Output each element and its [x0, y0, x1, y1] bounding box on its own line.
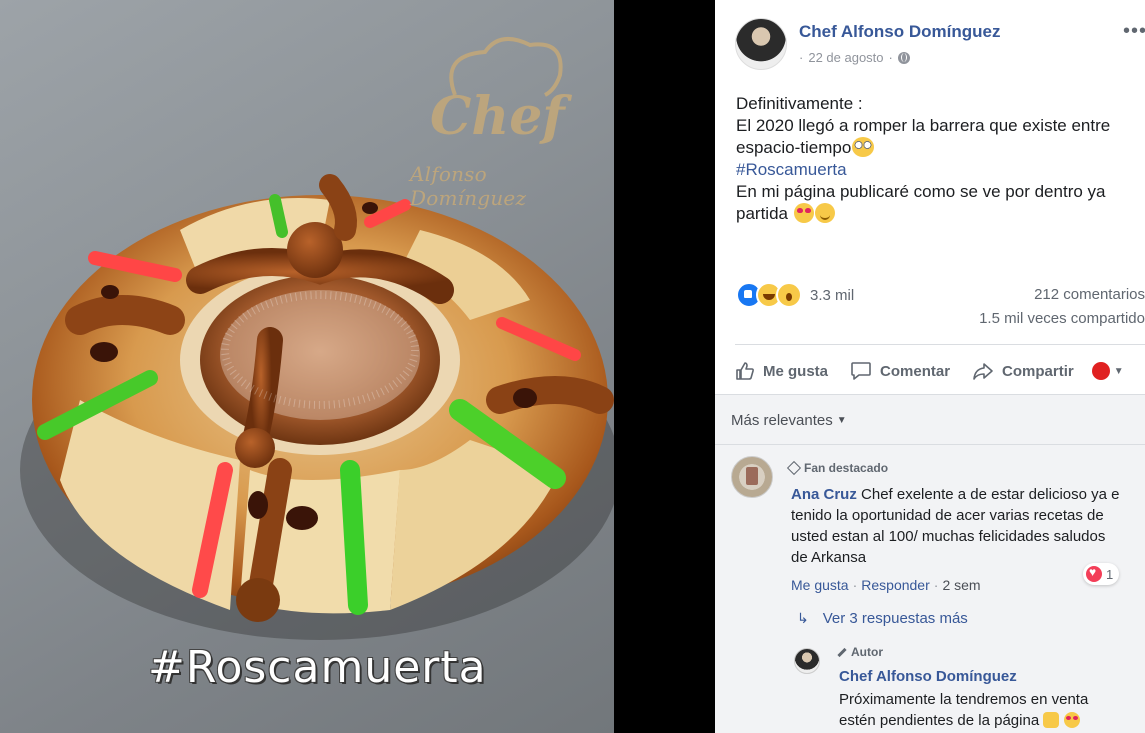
watermark-chef: Chef — [430, 86, 565, 147]
divider — [715, 444, 1145, 445]
reply-author-avatar[interactable] — [794, 648, 820, 674]
commenter-name[interactable]: Ana Cruz — [791, 486, 857, 503]
thumbs-up-icon — [736, 362, 754, 380]
comment-sort-dropdown[interactable]: Más relevantes ▼ — [731, 412, 847, 429]
more-options-icon[interactable]: ••• — [1123, 20, 1145, 43]
comment-like-link[interactable]: Me gusta — [791, 577, 849, 593]
reaction-selector[interactable]: ▼ — [1091, 362, 1124, 380]
comment-button-label: Comentar — [880, 362, 951, 380]
post-text-line: En mi página publicaré como se ve por de… — [736, 182, 1106, 201]
reaction-summary[interactable]: 3.3 mil — [736, 282, 854, 308]
heart-eyes-emoji-icon — [1063, 712, 1080, 728]
like-button[interactable]: Me gusta — [735, 361, 828, 381]
view-more-replies[interactable]: ↳ Ver 3 respuestas más — [797, 610, 968, 627]
love-icon — [1086, 565, 1102, 582]
post-text-line: espacio-tiempo — [736, 137, 1136, 159]
post-photo[interactable]: Chef Alfonso Domínguez #Roscamuerta — [0, 0, 614, 733]
comment-button[interactable]: Comentar — [850, 361, 950, 381]
comment-sort-label: Más relevantes — [731, 412, 833, 429]
post-text: Definitivamente : El 2020 llegó a romper… — [736, 93, 1136, 225]
author-avatar[interactable] — [735, 18, 787, 70]
top-fan-badge: Fan destacado — [786, 460, 889, 476]
top-fan-label: Fan destacado — [804, 461, 889, 475]
post-text-line: partida — [736, 203, 1136, 225]
post-panel: Chef Alfonso Domínguez · 22 de agosto · … — [715, 0, 1145, 733]
author-name[interactable]: Chef Alfonso Domínguez — [799, 22, 1000, 42]
diamond-icon — [786, 460, 802, 476]
reaction-count[interactable]: 3.3 mil — [810, 287, 854, 304]
watermark-name: Alfonso Domínguez — [410, 162, 527, 210]
praying-hands-emoji-icon — [1043, 712, 1060, 728]
comment-reaction-badge[interactable]: 1 — [1083, 563, 1120, 585]
meta-dot: · — [799, 50, 804, 65]
post-date[interactable]: 22 de agosto — [808, 50, 883, 65]
comment-icon — [851, 362, 871, 380]
like-button-label: Me gusta — [763, 362, 829, 380]
photo-viewer: Chef Alfonso Domínguez #Roscamuerta — [0, 0, 715, 733]
share-button-label: Compartir — [1002, 362, 1074, 380]
post-meta: · 22 de agosto · — [799, 50, 910, 65]
view-more-replies-label: Ver 3 respuestas más — [822, 610, 968, 627]
comment-text: Ana Cruz Chef exelente a de estar delici… — [791, 484, 1121, 568]
separator: · — [933, 577, 939, 593]
comment-actions: Me gusta · Responder · 2 sem — [791, 577, 981, 593]
commenter-avatar[interactable] — [731, 456, 773, 498]
share-button[interactable]: Compartir — [972, 361, 1074, 381]
reply-arrow-icon: ↳ — [797, 610, 809, 626]
post-text-line: El 2020 llegó a romper la barrera que ex… — [736, 116, 1111, 135]
chevron-down-icon: ▼ — [1113, 365, 1124, 377]
shares-count[interactable]: 1.5 mil veces compartido — [979, 310, 1145, 327]
meta-dot: · — [888, 50, 893, 65]
author-badge: Autor — [837, 645, 883, 659]
reply-author-name[interactable]: Chef Alfonso Domínguez — [839, 668, 1017, 685]
post-text-span: espacio-tiempo — [736, 138, 852, 157]
wow-icon — [776, 282, 802, 308]
divider — [735, 344, 1145, 345]
smile-emoji-icon — [814, 203, 835, 223]
author-badge-label: Autor — [851, 645, 883, 659]
photo-caption: #Roscamuerta — [148, 642, 487, 693]
reply-text: Próximamente la tendremos en venta estén… — [839, 689, 1124, 731]
comment-time[interactable]: 2 sem — [942, 577, 980, 593]
post-actions: Me gusta Comentar Compartir ▼ — [735, 356, 1145, 386]
heart-eyes-emoji-icon — [793, 203, 814, 223]
pencil-icon — [837, 647, 847, 657]
separator: · — [852, 577, 858, 593]
grimace-goggles-emoji-icon — [852, 137, 875, 157]
hashtag-link[interactable]: #Roscamuerta — [736, 159, 1136, 181]
post-text-line: Definitivamente : — [736, 94, 863, 113]
post-text-span: partida — [736, 204, 788, 223]
comments-count[interactable]: 212 comentarios — [1034, 286, 1145, 303]
share-icon — [973, 363, 993, 380]
globe-icon[interactable] — [897, 51, 910, 64]
chevron-down-icon: ▼ — [836, 415, 847, 426]
comment-reply-link[interactable]: Responder — [861, 577, 930, 593]
comment-reaction-count: 1 — [1106, 566, 1114, 582]
page-avatar-icon — [1091, 362, 1110, 380]
